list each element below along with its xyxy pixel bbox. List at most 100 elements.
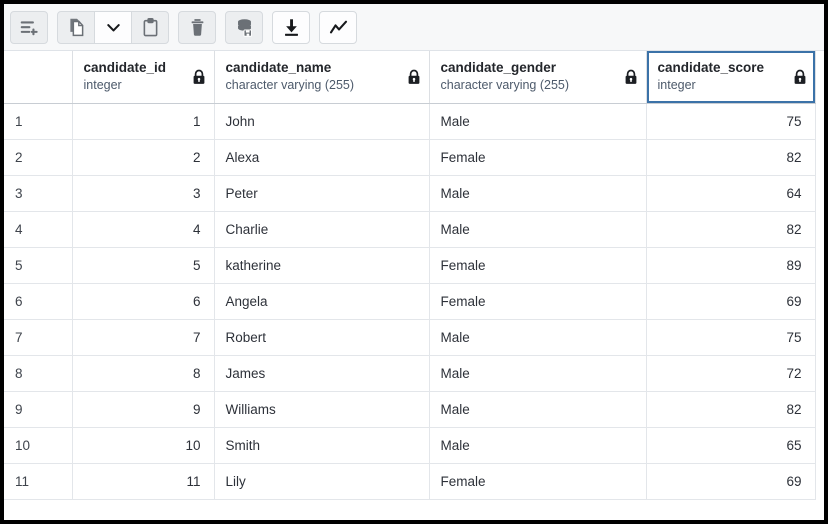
row-number-cell: 8 [4,355,72,391]
column-name: candidate_score [658,59,765,77]
toolbar-button-chevron-down[interactable] [94,11,132,44]
data-grid-window: candidate_idintegercandidate_namecharact… [0,0,828,524]
row-number-cell: 7 [4,319,72,355]
cell-candidate_id[interactable]: 11 [72,463,214,499]
cell-candidate_id[interactable]: 7 [72,319,214,355]
column-header-candidate_gender[interactable]: candidate_gendercharacter varying (255) [429,51,646,103]
column-type: character varying (255) [226,77,355,94]
cell-candidate_gender[interactable]: Male [429,211,646,247]
cell-candidate_score[interactable]: 82 [646,139,815,175]
toolbar-delete-group [178,11,216,44]
cell-candidate_gender[interactable]: Female [429,283,646,319]
column-header-candidate_score[interactable]: candidate_scoreinteger [646,51,815,103]
chevron-down-icon [103,17,124,38]
cell-candidate_gender[interactable]: Male [429,103,646,139]
cell-candidate_name[interactable]: Robert [214,319,429,355]
lock-icon [407,69,421,85]
cell-candidate_score[interactable]: 75 [646,319,815,355]
toolbar-save-group [225,11,263,44]
cell-candidate_gender[interactable]: Male [429,355,646,391]
column-header-candidate_id[interactable]: candidate_idinteger [72,51,214,103]
cell-candidate_gender[interactable]: Male [429,391,646,427]
cell-candidate_gender[interactable]: Female [429,463,646,499]
column-type: integer [658,77,765,94]
table-row[interactable]: 33PeterMale64 [4,175,815,211]
download-icon [281,17,302,38]
cell-candidate_id[interactable]: 4 [72,211,214,247]
cell-candidate_score[interactable]: 82 [646,391,815,427]
cell-candidate_gender[interactable]: Female [429,247,646,283]
row-number-cell: 9 [4,391,72,427]
cell-candidate_id[interactable]: 9 [72,391,214,427]
toolbar-edit-group [10,11,48,44]
row-number-cell: 5 [4,247,72,283]
table-row[interactable]: 44CharlieMale82 [4,211,815,247]
cell-candidate_name[interactable]: James [214,355,429,391]
table-row[interactable]: 88JamesMale72 [4,355,815,391]
cell-candidate_id[interactable]: 10 [72,427,214,463]
cell-candidate_score[interactable]: 69 [646,283,815,319]
add-row-icon [19,17,40,38]
row-number-cell: 6 [4,283,72,319]
cell-candidate_name[interactable]: Williams [214,391,429,427]
toolbar-clipboard-group [57,11,169,44]
cell-candidate_name[interactable]: Charlie [214,211,429,247]
table-row[interactable]: 11JohnMale75 [4,103,815,139]
toolbar-button-add-row[interactable] [10,11,48,44]
lock-icon [624,69,638,85]
toolbar-button-trash[interactable] [178,11,216,44]
cell-candidate_score[interactable]: 89 [646,247,815,283]
grid-body: 11JohnMale7522AlexaFemale8233PeterMale64… [4,103,815,499]
column-header-inner: candidate_gendercharacter varying (255) [441,59,638,94]
row-number-cell: 4 [4,211,72,247]
cell-candidate_name[interactable]: John [214,103,429,139]
cell-candidate_score[interactable]: 72 [646,355,815,391]
cell-candidate_score[interactable]: 82 [646,211,815,247]
table-row[interactable]: 1111LilyFemale69 [4,463,815,499]
cell-candidate_gender[interactable]: Male [429,427,646,463]
toolbar-button-download[interactable] [272,11,310,44]
cell-candidate_id[interactable]: 2 [72,139,214,175]
cell-candidate_name[interactable]: Alexa [214,139,429,175]
toolbar-button-copy[interactable] [57,11,95,44]
cell-candidate_id[interactable]: 5 [72,247,214,283]
cell-candidate_id[interactable]: 8 [72,355,214,391]
cell-candidate_score[interactable]: 69 [646,463,815,499]
column-header-text: candidate_gendercharacter varying (255) [441,59,570,94]
grid-toolbar [4,4,824,51]
table-row[interactable]: 1010SmithMale65 [4,427,815,463]
toolbar-button-paste[interactable] [131,11,169,44]
toolbar-button-graph-line[interactable] [319,11,357,44]
cell-candidate_id[interactable]: 3 [72,175,214,211]
cell-candidate_gender[interactable]: Female [429,139,646,175]
cell-candidate_name[interactable]: Angela [214,283,429,319]
cell-candidate_name[interactable]: Smith [214,427,429,463]
column-name: candidate_name [226,59,355,77]
cell-candidate_score[interactable]: 75 [646,103,815,139]
cell-candidate_id[interactable]: 1 [72,103,214,139]
cell-candidate_gender[interactable]: Male [429,319,646,355]
table-row[interactable]: 66AngelaFemale69 [4,283,815,319]
cell-candidate_gender[interactable]: Male [429,175,646,211]
cell-candidate_name[interactable]: Peter [214,175,429,211]
cell-candidate_score[interactable]: 64 [646,175,815,211]
column-header-candidate_name[interactable]: candidate_namecharacter varying (255) [214,51,429,103]
data-grid-scroll-area[interactable]: candidate_idintegercandidate_namecharact… [4,51,824,520]
toolbar-graph-group [319,11,357,44]
row-number-cell: 11 [4,463,72,499]
paste-icon [140,17,161,38]
column-type: integer [84,77,167,94]
table-row[interactable]: 55katherineFemale89 [4,247,815,283]
table-row[interactable]: 99WilliamsMale82 [4,391,815,427]
cell-candidate_name[interactable]: katherine [214,247,429,283]
cell-candidate_name[interactable]: Lily [214,463,429,499]
cell-candidate_score[interactable]: 65 [646,427,815,463]
column-header-inner: candidate_idinteger [84,59,206,94]
row-number-cell: 10 [4,427,72,463]
toolbar-button-save-data[interactable] [225,11,263,44]
table-row[interactable]: 22AlexaFemale82 [4,139,815,175]
cell-candidate_id[interactable]: 6 [72,283,214,319]
column-header-inner: candidate_scoreinteger [658,59,807,94]
graph-line-icon [328,17,349,38]
table-row[interactable]: 77RobertMale75 [4,319,815,355]
